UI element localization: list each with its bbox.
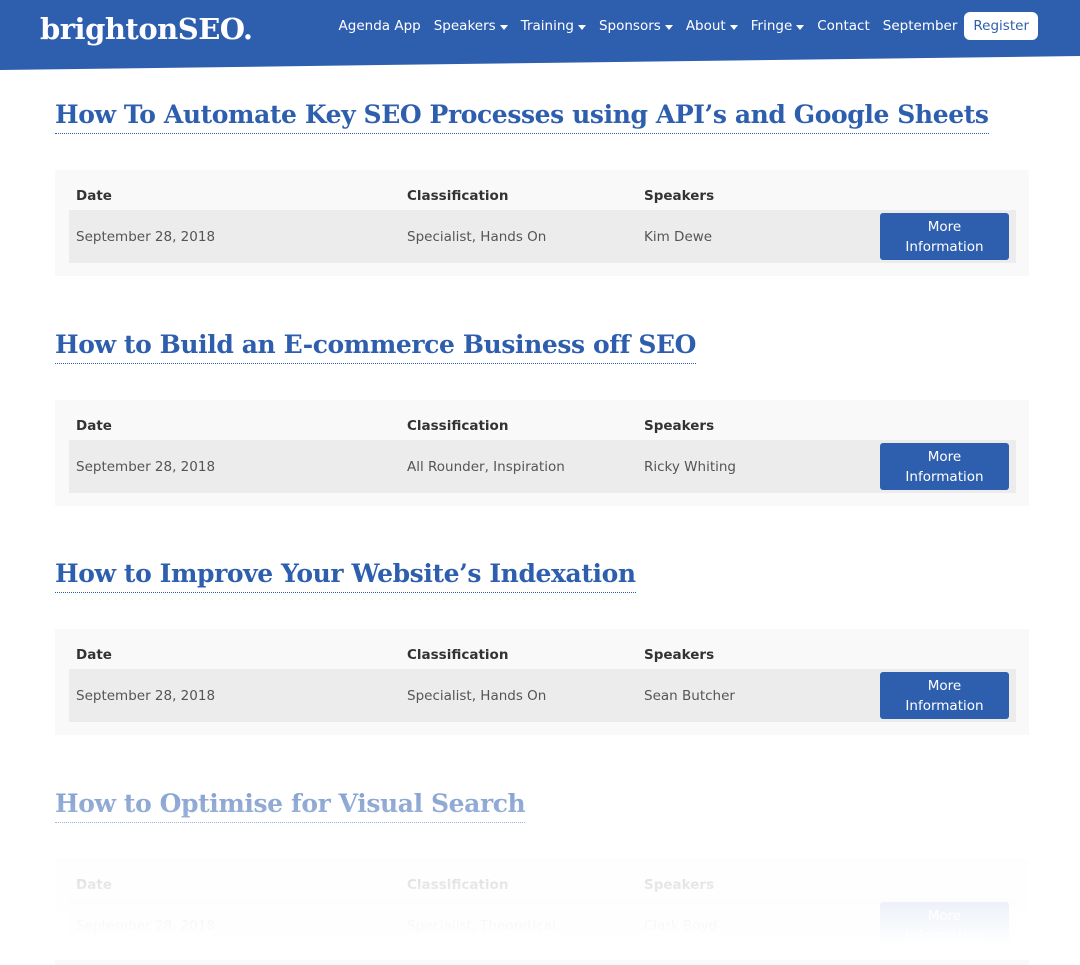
session-speaker: Sean Butcher bbox=[644, 688, 735, 704]
session-date: September 28, 2018 bbox=[76, 918, 216, 934]
session-table: Date Classification Speakers September 2… bbox=[55, 400, 1029, 506]
table-header-row: Date Classification Speakers bbox=[69, 180, 1016, 212]
table-row: September 28, 2018 Specialist, Theoretic… bbox=[69, 899, 1016, 952]
header-classification: Classification bbox=[407, 188, 509, 204]
session-block: How to Build an E-commerce Business off … bbox=[55, 330, 1029, 506]
session-date: September 28, 2018 bbox=[76, 229, 216, 245]
session-table: Date Classification Speakers September 2… bbox=[55, 859, 1029, 965]
header-classification: Classification bbox=[407, 647, 509, 663]
header-speakers: Speakers bbox=[644, 647, 715, 663]
session-title[interactable]: How to Build an E-commerce Business off … bbox=[55, 330, 696, 364]
session-table: Date Classification Speakers September 2… bbox=[55, 629, 1029, 735]
header-speakers: Speakers bbox=[644, 418, 715, 434]
nav-item-label: Sponsors bbox=[598, 18, 661, 34]
session-title[interactable]: How to Improve Your Website’s Indexation bbox=[55, 559, 636, 593]
nav-item-label: Fringe bbox=[750, 18, 793, 34]
register-button[interactable]: Register bbox=[964, 12, 1038, 40]
nav-item-label: Contact bbox=[817, 18, 870, 34]
nav-item-fringe[interactable]: Fringe bbox=[751, 18, 805, 34]
header-date: Date bbox=[76, 418, 112, 434]
nav-item-label: Training bbox=[520, 18, 574, 34]
header-classification: Classification bbox=[407, 877, 509, 893]
table-row: September 28, 2018 All Rounder, Inspirat… bbox=[69, 440, 1016, 493]
session-classification: All Rounder, Inspiration bbox=[407, 459, 565, 475]
session-date: September 28, 2018 bbox=[76, 459, 216, 475]
session-block: How to Improve Your Website’s Indexation… bbox=[55, 559, 1029, 735]
more-information-button[interactable]: More Information bbox=[880, 902, 1009, 949]
table-row: September 28, 2018 Specialist, Hands On … bbox=[69, 669, 1016, 722]
session-title[interactable]: How to Optimise for Visual Search bbox=[55, 789, 526, 823]
session-block: How To Automate Key SEO Processes using … bbox=[55, 100, 1029, 276]
session-classification: Specialist, Hands On bbox=[407, 688, 547, 704]
session-block: How to Optimise for Visual Search Date C… bbox=[55, 789, 1029, 965]
session-speaker: Kim Dewe bbox=[644, 229, 713, 245]
more-information-button[interactable]: More Information bbox=[880, 443, 1009, 490]
nav-item-speakers[interactable]: Speakers bbox=[434, 18, 508, 34]
header-date: Date bbox=[76, 647, 112, 663]
session-table: Date Classification Speakers September 2… bbox=[55, 170, 1029, 276]
session-speaker: Ricky Whiting bbox=[644, 459, 736, 475]
header-date: Date bbox=[76, 188, 112, 204]
table-header-row: Date Classification Speakers bbox=[69, 639, 1016, 671]
session-classification: Specialist, Theoretical bbox=[407, 918, 556, 934]
session-classification: Specialist, Hands On bbox=[407, 229, 547, 245]
nav-item-training[interactable]: Training bbox=[521, 18, 586, 34]
more-information-button[interactable]: More Information bbox=[880, 213, 1009, 260]
nav-item-sponsors[interactable]: Sponsors bbox=[599, 18, 673, 34]
caret-down-icon bbox=[796, 24, 805, 30]
site-header: brightonSEO. Agenda App Speakers Trainin… bbox=[0, 0, 1080, 70]
nav-item-about[interactable]: About bbox=[686, 18, 738, 34]
header-date: Date bbox=[76, 877, 112, 893]
caret-down-icon bbox=[664, 24, 673, 30]
nav-item-contact[interactable]: Contact bbox=[817, 18, 870, 34]
site-logo[interactable]: brightonSEO. bbox=[40, 12, 253, 46]
caret-down-icon bbox=[729, 24, 738, 30]
session-date: September 28, 2018 bbox=[76, 688, 216, 704]
nav-item-label: About bbox=[685, 18, 726, 34]
table-header-row: Date Classification Speakers bbox=[69, 410, 1016, 442]
session-speaker: Clark Boyd bbox=[644, 918, 718, 934]
nav-item-agenda-app[interactable]: Agenda App bbox=[339, 18, 421, 34]
nav-item-label: September bbox=[882, 18, 958, 34]
table-header-row: Date Classification Speakers bbox=[69, 869, 1016, 901]
nav-item-label: Agenda App bbox=[338, 18, 421, 34]
header-speakers: Speakers bbox=[644, 877, 715, 893]
header-classification: Classification bbox=[407, 418, 509, 434]
session-title[interactable]: How To Automate Key SEO Processes using … bbox=[55, 100, 989, 134]
main-nav: Agenda App Speakers Training Sponsors Ab… bbox=[326, 11, 1038, 41]
header-speakers: Speakers bbox=[644, 188, 715, 204]
caret-down-icon bbox=[499, 24, 508, 30]
nav-item-september[interactable]: September bbox=[883, 18, 958, 34]
nav-item-label: Speakers bbox=[433, 18, 496, 34]
table-row: September 28, 2018 Specialist, Hands On … bbox=[69, 210, 1016, 263]
caret-down-icon bbox=[577, 24, 586, 30]
more-information-button[interactable]: More Information bbox=[880, 672, 1009, 719]
